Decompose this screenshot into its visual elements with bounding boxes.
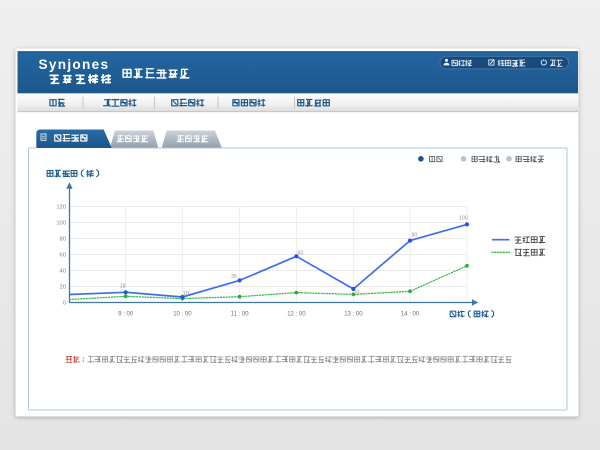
svg-text:Synjones: Synjones <box>39 57 110 72</box>
svg-text:100: 100 <box>459 216 468 222</box>
svg-text:35: 35 <box>231 274 237 280</box>
svg-text:100: 100 <box>56 221 66 227</box>
svg-text:80: 80 <box>60 237 66 243</box>
svg-text:120: 120 <box>56 205 66 211</box>
svg-text:12 : 00: 12 : 00 <box>287 312 306 318</box>
svg-text:9 : 00: 9 : 00 <box>118 312 134 318</box>
svg-text:20: 20 <box>60 285 66 291</box>
svg-text:0: 0 <box>63 301 66 307</box>
svg-text:14 : 00: 14 : 00 <box>401 312 420 318</box>
svg-text:18: 18 <box>120 284 126 290</box>
svg-text:80: 80 <box>411 233 417 239</box>
svg-text:40: 40 <box>60 269 66 275</box>
svg-text:60: 60 <box>297 251 303 257</box>
svg-text:60: 60 <box>60 253 66 259</box>
svg-text:10 : 00: 10 : 00 <box>173 312 192 318</box>
svg-text:10: 10 <box>354 290 360 296</box>
svg-text:10: 10 <box>183 291 189 297</box>
svg-text:11 : 00: 11 : 00 <box>231 312 250 318</box>
svg-text:13 : 00: 13 : 00 <box>344 312 363 318</box>
